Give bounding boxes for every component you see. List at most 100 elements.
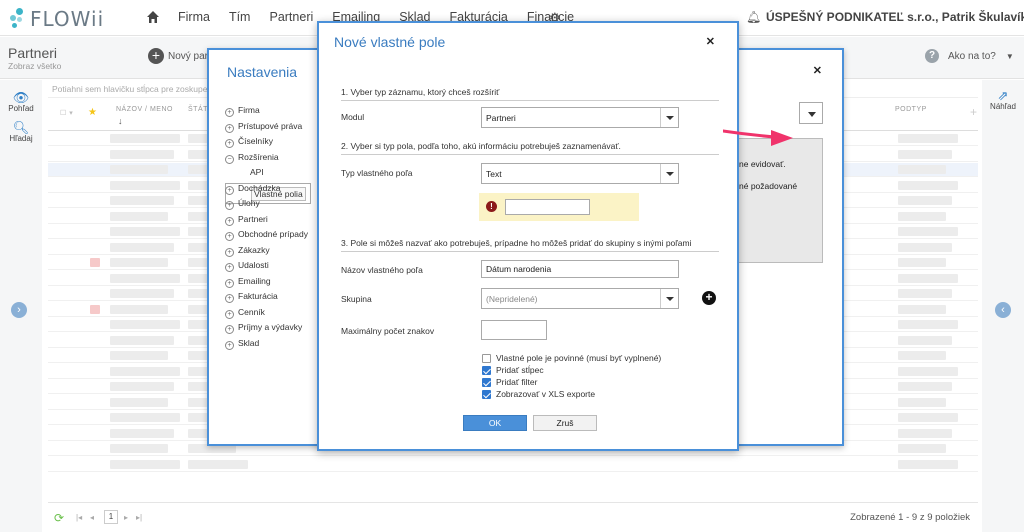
settings-tree-item[interactable]: + Číselníky [225,136,308,152]
warning-icon: ! [486,201,497,212]
search-button[interactable]: 🔍︎ Hľadaj [0,120,42,143]
first-page-icon[interactable]: |◂ [76,513,82,522]
table-cell [898,196,952,205]
current-page[interactable]: 1 [104,510,118,524]
expand-icon[interactable]: + [225,185,234,195]
settings-tree-item[interactable]: + Udalosti [225,260,308,276]
expand-icon[interactable]: + [225,108,234,117]
expand-icon[interactable]: + [225,216,234,226]
collapse-left-arrow-icon[interactable]: › [11,302,27,318]
logo[interactable]: FLOWii [8,7,104,31]
home-icon[interactable] [146,10,160,24]
add-filter-checkbox[interactable]: Pridať filter [482,377,537,387]
expand-icon[interactable]: + [225,232,234,241]
table-cell [110,289,174,298]
settings-tree-item-label: Číselníky [238,136,273,146]
settings-tree-item-label: Firma [238,105,260,115]
add-filter-checkbox-label: Pridať filter [496,377,538,387]
nav-item-tim[interactable]: Tím [229,10,251,24]
table-cell [188,459,248,469]
table-cell [110,196,174,205]
settings-tree-item[interactable]: + Príjmy a výdavky [225,322,308,338]
new-partner-button[interactable]: + Nový part [148,48,211,64]
next-page-icon[interactable]: ▸ [124,513,128,522]
add-column-checkbox[interactable]: Pridať stĺpec [482,365,544,375]
table-cell [110,273,180,283]
expand-icon[interactable]: + [225,340,234,350]
module-label: Modul [341,112,365,122]
table-cell [898,444,946,453]
sort-down-icon[interactable]: ↓ [118,116,123,126]
table-cell [110,211,168,221]
expand-icon[interactable]: + [225,123,234,133]
column-header-name[interactable]: NÁZOV / MENO [116,106,173,113]
table-row[interactable] [48,458,978,472]
cancel-button[interactable]: Zruš [533,415,597,431]
add-group-button[interactable]: + [702,291,716,305]
expand-icon[interactable]: + [225,278,234,288]
ok-button[interactable]: OK [463,415,527,431]
expand-icon[interactable]: + [225,139,234,148]
field-name-input[interactable]: Dátum narodenia [481,260,679,278]
table-cell [110,304,168,314]
module-select[interactable]: Partneri [481,107,679,128]
table-cell [898,382,952,391]
last-page-icon[interactable]: ▸| [136,513,142,522]
settings-tree-item[interactable]: + Fakturácia [225,291,308,307]
settings-tree-item[interactable]: API [225,167,308,183]
field-type-select[interactable]: Text [481,163,679,184]
plus-icon: + [148,48,164,64]
xls-export-checkbox[interactable]: Zobrazovať v XLS exporte [482,389,595,399]
column-header-state[interactable]: ŠTÁT [188,106,208,113]
settings-tree-item[interactable]: + Firma [225,105,308,121]
settings-tree-item[interactable]: + Partneri [225,214,308,230]
add-column-icon[interactable]: + [970,105,978,119]
settings-dropdown-arrow[interactable] [799,102,823,124]
required-checkbox[interactable]: Vlastné pole je povinné (musí byť vyplne… [482,353,661,363]
settings-tree-item[interactable]: + Obchodné prípady [225,229,308,245]
group-select[interactable]: (Nepridelené) [481,288,679,309]
select-all-checkbox[interactable]: ☐ ▾ [60,109,73,117]
view-button[interactable]: 👁︎ Pohľad [0,90,42,113]
new-partner-label: Nový part [168,50,211,62]
settings-tree-item[interactable]: + Sklad [225,338,308,354]
settings-tree-item[interactable]: + Úlohy [225,198,308,214]
settings-tree-item-label: API [250,167,264,177]
checkbox-icon [482,365,491,375]
help-label: Ako na to? [948,50,996,62]
favorite-star-icon[interactable]: ★ [88,107,97,118]
collapse-right-arrow-icon[interactable]: ‹ [995,302,1011,318]
settings-tree-item[interactable]: − Rozšírenia [225,152,308,168]
bell-icon[interactable]: 🔔︎ [746,10,761,24]
expand-icon[interactable]: + [225,201,234,210]
external-link-icon: ⇗ [997,88,1009,103]
refresh-icon[interactable]: ⟳ [54,511,64,525]
settings-tree-item[interactable]: + Dochádzka [225,183,308,199]
expand-icon[interactable]: + [225,247,234,257]
settings-tree-item[interactable]: + Prístupové práva [225,121,308,137]
settings-tree-item[interactable]: + Zákazky [225,245,308,261]
preview-button[interactable]: ⇗ Náhľad [982,88,1024,111]
expand-icon[interactable]: + [225,294,234,303]
modal-close-icon[interactable]: ✕ [706,35,715,48]
expand-icon[interactable]: + [225,325,234,334]
collapse-icon[interactable]: − [225,154,234,164]
settings-tree-item-label: Udalosti [238,260,269,270]
max-chars-input[interactable] [481,320,547,340]
expand-icon[interactable]: + [225,309,234,319]
nav-item-partneri[interactable]: Partneri [269,10,313,24]
settings-close-icon[interactable]: ✕ [813,64,822,77]
account-company[interactable]: ÚSPEŠNÝ PODNIKATEĽ s.r.o., Patrik Škulav… [766,10,1024,24]
page-title: Partneri [8,45,58,61]
help-menu[interactable]: ? Ako na to? ▼ [925,49,1014,63]
settings-tree-item[interactable]: + Cenník [225,307,308,323]
prev-page-icon[interactable]: ◂ [90,513,94,522]
warning-input[interactable] [505,199,590,215]
nav-item-firma[interactable]: Firma [178,10,210,24]
chevron-down-icon [660,108,678,127]
add-column-checkbox-label: Pridať stĺpec [496,365,544,375]
expand-icon[interactable]: + [225,263,234,272]
settings-tree-item[interactable]: + Emailing [225,276,308,292]
column-header-subtype[interactable]: PODTYP [895,106,927,113]
page-subtitle[interactable]: Zobraz všetko [8,61,61,71]
